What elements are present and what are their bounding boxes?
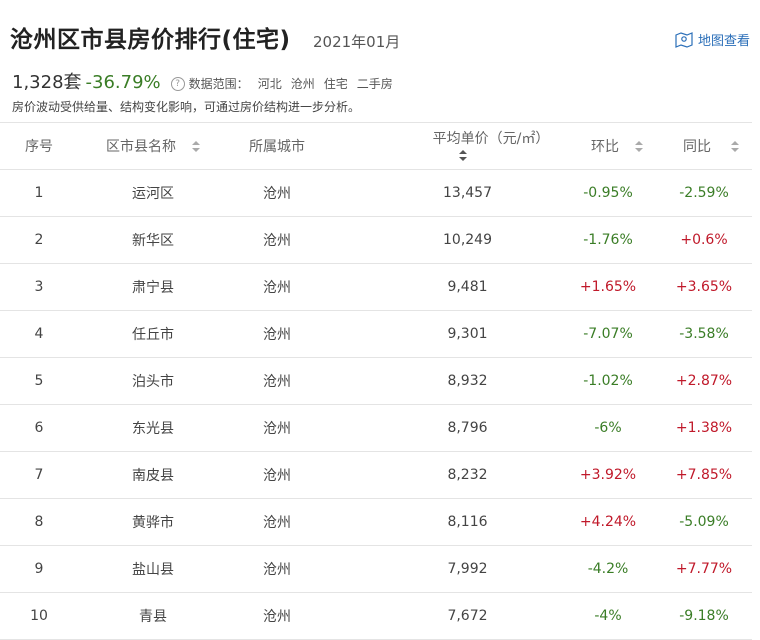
table-row[interactable]: 1 运河区 沧州 13,457 -0.95% -2.59% — [0, 169, 752, 217]
cell-rank: 3 — [0, 263, 78, 311]
cell-price: 10,249 — [326, 216, 560, 264]
cell-price: 7,672 — [326, 592, 560, 640]
cell-mom: -7.07% — [560, 310, 656, 358]
cell-city: 沧州 — [228, 263, 326, 311]
cell-yoy: -2.59% — [656, 169, 752, 217]
cell-district: 盐山县 — [78, 545, 228, 593]
column-header-mom[interactable]: 环比 — [560, 122, 656, 170]
cell-city: 沧州 — [228, 451, 326, 499]
cell-price: 9,301 — [326, 310, 560, 358]
column-header-yoy[interactable]: 同比 — [656, 122, 752, 170]
sort-icon[interactable] — [192, 141, 200, 153]
table-row[interactable]: 4 任丘市 沧州 9,301 -7.07% -3.58% — [0, 310, 752, 358]
cell-city: 沧州 — [228, 498, 326, 546]
map-view-label[interactable]: 地图查看 — [698, 30, 750, 49]
listing-count: 1,328套 — [12, 72, 82, 93]
cell-price: 13,457 — [326, 169, 560, 217]
scope-market: 二手房 — [356, 77, 393, 91]
map-icon — [675, 31, 693, 48]
cell-yoy: +7.77% — [656, 545, 752, 593]
cell-district: 任丘市 — [78, 310, 228, 358]
cell-yoy: +0.6% — [656, 216, 752, 264]
cell-district: 东光县 — [78, 404, 228, 452]
cell-rank: 1 — [0, 169, 78, 217]
scope-city: 沧州 — [290, 77, 315, 91]
column-header-rank: 序号 — [0, 122, 78, 170]
cell-yoy: -3.58% — [656, 310, 752, 358]
cell-mom: +3.92% — [560, 451, 656, 499]
cell-city: 沧州 — [228, 357, 326, 405]
cell-price: 7,992 — [326, 545, 560, 593]
cell-yoy: +1.38% — [656, 404, 752, 452]
cell-district: 新华区 — [78, 216, 228, 264]
cell-city: 沧州 — [228, 169, 326, 217]
cell-mom: -6% — [560, 404, 656, 452]
scope-type: 住宅 — [323, 77, 348, 91]
cell-yoy: +2.87% — [656, 357, 752, 405]
cell-rank: 5 — [0, 357, 78, 405]
cell-city: 沧州 — [228, 310, 326, 358]
price-note: 房价波动受供给量、结构变化影响，可通过房价结构进一步分析。 — [12, 100, 361, 114]
map-view-link[interactable]: 地图查看 — [675, 30, 750, 49]
scope-province: 河北 — [257, 77, 282, 91]
summary-stats: 1,328套 -36.79% ? 数据范围： 河北 沧州 住宅 二手房 — [12, 68, 393, 94]
cell-district: 南皮县 — [78, 451, 228, 499]
cell-yoy: -5.09% — [656, 498, 752, 546]
cell-rank: 4 — [0, 310, 78, 358]
cell-city: 沧州 — [228, 216, 326, 264]
cell-rank: 6 — [0, 404, 78, 452]
cell-price: 8,932 — [326, 357, 560, 405]
cell-yoy: +3.65% — [656, 263, 752, 311]
table-row[interactable]: 5 泊头市 沧州 8,932 -1.02% +2.87% — [0, 357, 752, 405]
cell-yoy: -9.18% — [656, 592, 752, 640]
cell-mom: -4% — [560, 592, 656, 640]
column-header-district[interactable]: 区市县名称 — [78, 122, 228, 170]
cell-mom: +1.65% — [560, 263, 656, 311]
cell-price: 9,481 — [326, 263, 560, 311]
table-row[interactable]: 3 肃宁县 沧州 9,481 +1.65% +3.65% — [0, 263, 752, 311]
page-header: 沧州区市县房价排行(住宅) 2021年01月 地图查看 1,328套 -36.7… — [0, 0, 760, 120]
cell-district: 泊头市 — [78, 357, 228, 405]
table-row[interactable]: 9 盐山县 沧州 7,992 -4.2% +7.77% — [0, 545, 752, 593]
cell-mom: -4.2% — [560, 545, 656, 593]
sort-icon[interactable] — [635, 141, 643, 153]
cell-mom: -1.76% — [560, 216, 656, 264]
cell-price: 8,232 — [326, 451, 560, 499]
cell-district: 黄骅市 — [78, 498, 228, 546]
cell-city: 沧州 — [228, 592, 326, 640]
cell-rank: 7 — [0, 451, 78, 499]
table-row[interactable]: 10 青县 沧州 7,672 -4% -9.18% — [0, 592, 752, 640]
help-icon[interactable]: ? — [170, 77, 185, 91]
page-title: 沧州区市县房价排行(住宅) — [10, 27, 291, 53]
cell-rank: 8 — [0, 498, 78, 546]
cell-rank: 2 — [0, 216, 78, 264]
table-row[interactable]: 7 南皮县 沧州 8,232 +3.92% +7.85% — [0, 451, 752, 499]
column-header-city: 所属城市 — [228, 122, 326, 170]
sort-icon[interactable] — [459, 150, 467, 162]
cell-rank: 10 — [0, 592, 78, 640]
cell-price: 8,116 — [326, 498, 560, 546]
cell-district: 运河区 — [78, 169, 228, 217]
listing-change: -36.79% — [85, 72, 161, 93]
table-row[interactable]: 6 东光县 沧州 8,796 -6% +1.38% — [0, 404, 752, 452]
period-label: 2021年01月 — [313, 33, 401, 51]
table-row[interactable]: 8 黄骅市 沧州 8,116 +4.24% -5.09% — [0, 498, 752, 546]
sort-icon[interactable] — [731, 141, 739, 153]
cell-mom: +4.24% — [560, 498, 656, 546]
cell-price: 8,796 — [326, 404, 560, 452]
cell-district: 肃宁县 — [78, 263, 228, 311]
cell-city: 沧州 — [228, 545, 326, 593]
cell-city: 沧州 — [228, 404, 326, 452]
cell-rank: 9 — [0, 545, 78, 593]
price-ranking-table: 序号 区市县名称 所属城市 平均单价（元/㎡） 环比 同比 1 运河区 沧州 13,4… — [0, 122, 752, 640]
table-row[interactable]: 2 新华区 沧州 10,249 -1.76% +0.6% — [0, 216, 752, 264]
cell-mom: -1.02% — [560, 357, 656, 405]
scope-label: 数据范围： — [188, 77, 249, 91]
cell-district: 青县 — [78, 592, 228, 640]
table-header-row: 序号 区市县名称 所属城市 平均单价（元/㎡） 环比 同比 — [0, 122, 752, 170]
cell-mom: -0.95% — [560, 169, 656, 217]
column-header-price[interactable]: 平均单价（元/㎡） — [326, 122, 560, 170]
cell-yoy: +7.85% — [656, 451, 752, 499]
